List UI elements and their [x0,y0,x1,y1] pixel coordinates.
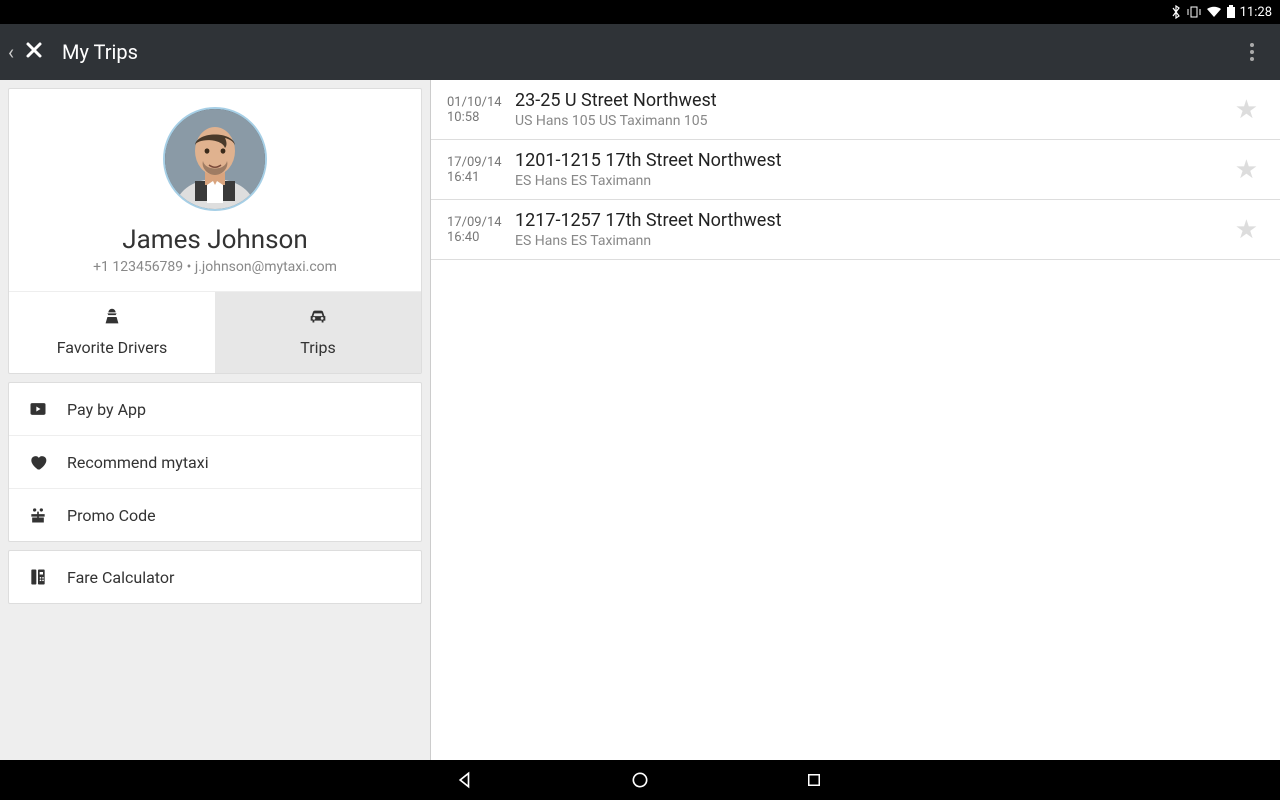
trip-address: 1201-1215 17th Street Northwest [515,150,1229,171]
menu-card-secondary: Fare Calculator [8,550,422,604]
driver-icon [9,306,215,332]
heart-icon [27,452,49,472]
menu-pay-by-app[interactable]: Pay by App [9,383,421,436]
nav-back-button[interactable] [454,768,478,792]
status-time: 11:28 [1240,5,1272,20]
favorite-star-button[interactable]: ★ [1229,155,1264,185]
trip-datetime: 17/09/14 16:40 [447,215,507,245]
trip-driver: ES Hans ES Taximann [515,233,1229,249]
app-logo-icon [24,40,44,65]
nav-recents-button[interactable] [802,768,826,792]
bluetooth-icon [1170,5,1182,19]
trips-list: 01/10/14 10:58 23-25 U Street Northwest … [430,80,1280,760]
tab-label: Trips [300,338,336,357]
overflow-menu-button[interactable] [1232,43,1272,61]
profile-email: j.johnson@mytaxi.com [195,259,337,275]
page-title: My Trips [62,40,138,64]
trip-datetime: 17/09/14 16:41 [447,155,507,185]
car-icon [215,306,421,332]
calculator-icon [27,567,49,587]
content: James Johnson +1 123456789 • j.johnson@m… [0,80,1280,760]
tab-favorite-drivers[interactable]: Favorite Drivers [9,292,215,373]
profile-card: James Johnson +1 123456789 • j.johnson@m… [8,88,422,374]
trip-datetime: 01/10/14 10:58 [447,95,507,125]
tab-label: Favorite Drivers [57,338,168,357]
battery-icon [1226,5,1236,19]
profile-tabs: Favorite Drivers Trips [9,291,421,373]
trip-address: 23-25 U Street Northwest [515,90,1229,111]
menu-label: Promo Code [67,506,156,525]
trip-row[interactable]: 17/09/14 16:40 1217-1257 17th Street Nor… [431,200,1280,260]
overflow-icon [1250,43,1254,61]
menu-label: Recommend mytaxi [67,453,209,472]
nav-home-button[interactable] [628,768,652,792]
sidebar: James Johnson +1 123456789 • j.johnson@m… [0,80,430,760]
trip-address: 1217-1257 17th Street Northwest [515,210,1229,231]
back-chevron-icon: ‹ [8,40,14,64]
vibrate-icon [1186,5,1202,19]
favorite-star-button[interactable]: ★ [1229,95,1264,125]
arrow-box-icon [27,399,49,419]
android-nav-bar [0,760,1280,800]
menu-promo[interactable]: Promo Code [9,489,421,541]
menu-label: Fare Calculator [67,568,174,587]
gift-icon [27,505,49,525]
back-button[interactable]: ‹ My Trips [8,40,138,65]
favorite-star-button[interactable]: ★ [1229,215,1264,245]
menu-label: Pay by App [67,400,146,419]
profile-name: James Johnson [9,225,421,255]
profile-phone: +1 123456789 [93,259,183,275]
trip-row[interactable]: 17/09/14 16:41 1201-1215 17th Street Nor… [431,140,1280,200]
wifi-icon [1206,5,1222,19]
tab-trips[interactable]: Trips [215,292,421,373]
trip-row[interactable]: 01/10/14 10:58 23-25 U Street Northwest … [431,80,1280,140]
profile-contact: +1 123456789 • j.johnson@mytaxi.com [9,259,421,275]
trip-driver: US Hans 105 US Taximann 105 [515,113,1229,129]
trip-driver: ES Hans ES Taximann [515,173,1229,189]
menu-fare-calculator[interactable]: Fare Calculator [9,551,421,603]
avatar[interactable] [163,107,267,211]
menu-card-primary: Pay by App Recommend mytaxi Promo Code [8,382,422,542]
status-bar: 11:28 [0,0,1280,24]
menu-recommend[interactable]: Recommend mytaxi [9,436,421,489]
action-bar: ‹ My Trips [0,24,1280,80]
